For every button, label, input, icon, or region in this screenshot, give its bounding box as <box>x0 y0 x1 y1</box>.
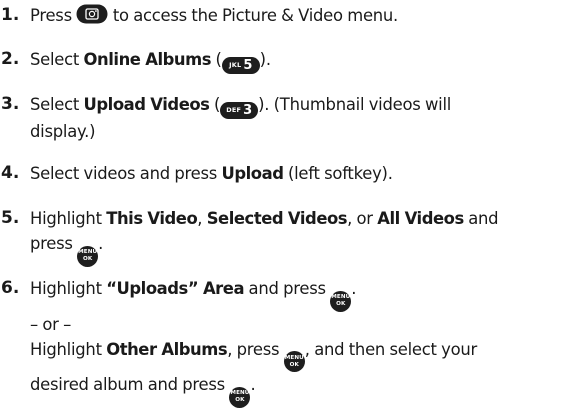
text-line: Highlight This Video, Selected Videos, o… <box>30 206 560 231</box>
bold-term: “Uploads” Area <box>106 279 245 298</box>
text-line: press MENU OK. <box>30 231 560 267</box>
text-run: Highlight <box>30 339 107 359</box>
text-run: Highlight <box>30 279 107 298</box>
key-label-bottom: OK <box>336 301 346 307</box>
text-line: – or – <box>30 312 560 337</box>
text-run: ). (Thumbnail videos will <box>258 95 452 114</box>
step-text: Press to access the Picture & Video menu… <box>30 3 560 31</box>
text-run: Press <box>30 6 77 25</box>
text-run: Select videos and press <box>30 164 222 183</box>
text-run: (left softkey). <box>283 164 393 183</box>
menu-ok-key-icon: MENU OK <box>283 351 305 372</box>
text-run: . <box>250 375 256 394</box>
step-number: 5. <box>1 208 20 228</box>
bold-term: Upload Videos <box>83 95 210 114</box>
text-line: Highlight “Uploads” Area and press MENU O… <box>30 276 560 312</box>
text-run: and <box>463 209 499 228</box>
text-line: Select Online Albums (JKL 5). <box>30 47 560 74</box>
step-number: 3. <box>1 94 20 114</box>
text-run: ( <box>211 50 222 69</box>
text-line: display.) <box>30 119 560 144</box>
bold-term: Online Albums <box>83 50 212 69</box>
text-run: to access the Picture & Video menu. <box>108 6 399 25</box>
step-number: 2. <box>1 49 20 69</box>
menu-ok-key-icon: MENU OK <box>330 290 352 312</box>
text-run: display.) <box>30 122 96 141</box>
key-label-bottom: OK <box>83 256 93 262</box>
text-line: Select Upload Videos (DEF 3). (Thumbnail … <box>30 92 560 119</box>
step-number: 4. <box>1 163 20 183</box>
key-label-bottom: OK <box>289 361 299 368</box>
bold-term: Upload <box>221 164 284 183</box>
step-text: Highlight “Uploads” Area and press MENU O… <box>30 276 560 408</box>
text-run: , and then select your <box>304 339 478 359</box>
bold-term: All Videos <box>377 209 464 228</box>
step-text: Select Online Albums (JKL 5). <box>30 47 560 74</box>
text-run: , or <box>347 209 378 228</box>
bold-term: This Video <box>106 209 198 228</box>
key-label-top: MENU <box>284 354 304 361</box>
keypad-key-icon: JKL 5 <box>221 57 260 74</box>
step-number: 1. <box>1 5 20 25</box>
bold-term: Other Albums <box>106 339 228 359</box>
key-digit: 3 <box>243 102 252 118</box>
text-run: . <box>351 279 357 298</box>
bold-term: Selected Videos <box>206 209 348 228</box>
step-text: Highlight This Video, Selected Videos, o… <box>30 206 560 267</box>
key-label-bottom: OK <box>235 397 245 403</box>
text-run: press <box>30 234 78 253</box>
text-line: Press to access the Picture & Video menu… <box>30 3 560 31</box>
text-run: Select <box>30 95 84 114</box>
text-line: Highlight Other Albums, press MENU OK, an… <box>30 337 560 372</box>
key-label-top: MENU <box>230 390 250 396</box>
text-run: and press <box>244 279 331 298</box>
text-run: , press <box>227 339 284 359</box>
step-text: Select Upload Videos (DEF 3). (Thumbnail … <box>30 92 560 144</box>
text-run: Select <box>30 50 84 69</box>
key-label-top: MENU <box>78 249 98 255</box>
text-run: Highlight <box>30 209 107 228</box>
menu-ok-key-icon: MENU OK <box>229 386 251 408</box>
text-run: , <box>197 209 207 228</box>
text-run: ( <box>209 95 221 114</box>
key-label-top: MENU <box>331 294 351 300</box>
text-run: – or – <box>30 314 72 334</box>
step-number: 6. <box>1 278 20 298</box>
key-letters: DEF <box>226 106 242 114</box>
text-run: ). <box>259 50 271 69</box>
text-line: Select videos and press Upload (left sof… <box>30 161 560 186</box>
text-run: . <box>98 234 104 253</box>
text-line: desired album and press MENU OK. <box>30 372 560 408</box>
text-run: desired album and press <box>30 375 230 394</box>
camera-key-icon <box>76 4 108 31</box>
key-digit: 5 <box>243 57 253 73</box>
step-text: Select videos and press Upload (left sof… <box>30 161 560 186</box>
menu-ok-key-icon: MENU OK <box>77 245 99 267</box>
keypad-key-icon: DEF 3 <box>220 102 259 119</box>
key-letters: JKL <box>229 61 242 69</box>
